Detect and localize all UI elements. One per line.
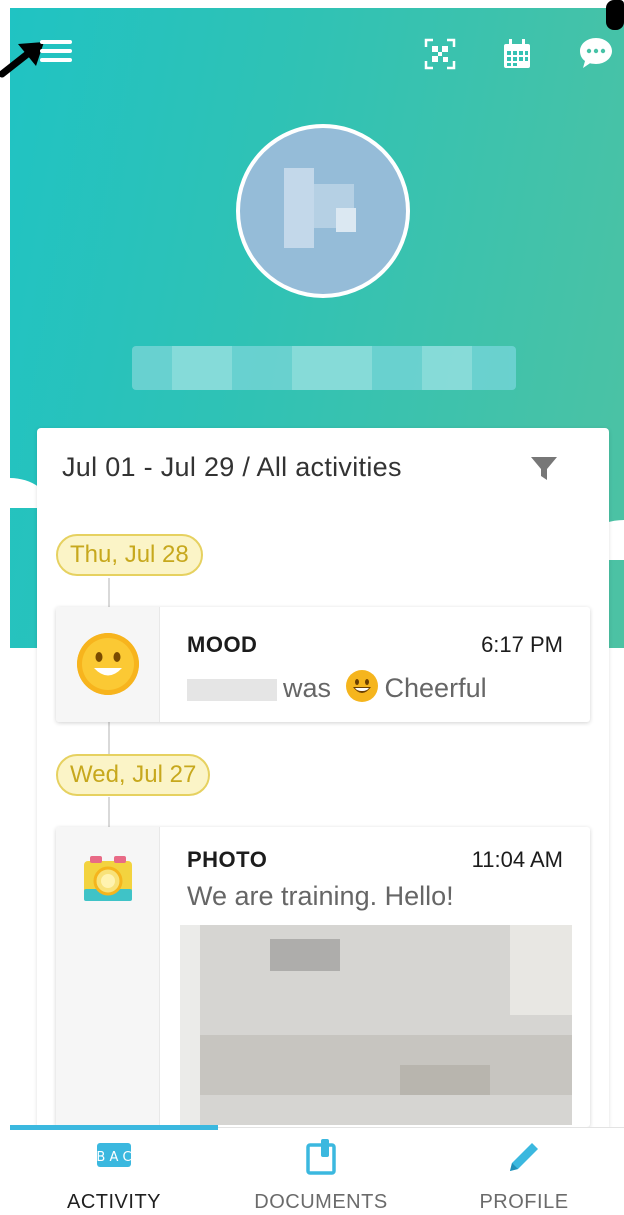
entry-icon-column [56, 607, 160, 722]
tab-label: PROFILE [479, 1191, 569, 1213]
timeline-connector [108, 797, 110, 829]
document-clip-icon [306, 1139, 336, 1175]
filter-funnel-icon[interactable] [530, 454, 558, 482]
mood-description: was Cheerful [187, 669, 487, 704]
mood-verb: was [283, 673, 332, 703]
cheerful-emoji-icon [345, 670, 378, 702]
entry-type-label: MOOD [187, 632, 258, 657]
qr-code-icon[interactable] [424, 38, 456, 70]
child-name-redacted [187, 678, 277, 701]
date-pill: Wed, Jul 27 [56, 754, 211, 796]
date-range-label: Jul 01 - Jul 29 / All activities [62, 452, 402, 482]
smiley-face-icon [77, 633, 139, 695]
abc-blocks-icon: B A C [96, 1143, 132, 1167]
timeline-connector [108, 578, 110, 608]
date-filter-row[interactable]: Jul 01 - Jul 29 / All activities [62, 450, 582, 490]
mood-entry-card[interactable]: MOOD 6:17 PM was Cheerful [56, 607, 590, 722]
photo-entry-card[interactable]: PHOTO 11:04 AM We are training. Hello! [56, 827, 590, 1127]
pencil-icon [510, 1143, 538, 1171]
entry-icon-column [56, 827, 160, 1127]
camera-icon [84, 856, 132, 901]
calendar-icon[interactable] [502, 38, 532, 70]
annotation-mark [606, 0, 624, 30]
timeline-connector [108, 722, 110, 754]
tab-documents[interactable]: DOCUMENTS [218, 1127, 424, 1215]
hamburger-menu-icon[interactable] [40, 40, 72, 66]
entry-type-label: PHOTO [187, 847, 268, 872]
chat-bubble-icon[interactable] [578, 36, 614, 70]
tab-label: DOCUMENTS [254, 1191, 388, 1213]
mood-label: Cheerful [384, 673, 487, 703]
svg-text:B A C: B A C [96, 1150, 131, 1165]
entry-time: 6:17 PM [481, 632, 563, 657]
entry-time: 11:04 AM [471, 847, 563, 872]
tab-label: ACTIVITY [66, 1191, 161, 1213]
photo-caption: We are training. Hello! [187, 881, 454, 911]
date-pill: Thu, Jul 28 [56, 534, 203, 576]
tab-activity[interactable]: B A C ACTIVITY [10, 1127, 218, 1215]
photo-thumbnail-redacted[interactable] [180, 925, 572, 1125]
child-name-redacted [132, 346, 516, 390]
profile-avatar[interactable] [236, 124, 410, 298]
tab-profile[interactable]: PROFILE [424, 1127, 624, 1215]
